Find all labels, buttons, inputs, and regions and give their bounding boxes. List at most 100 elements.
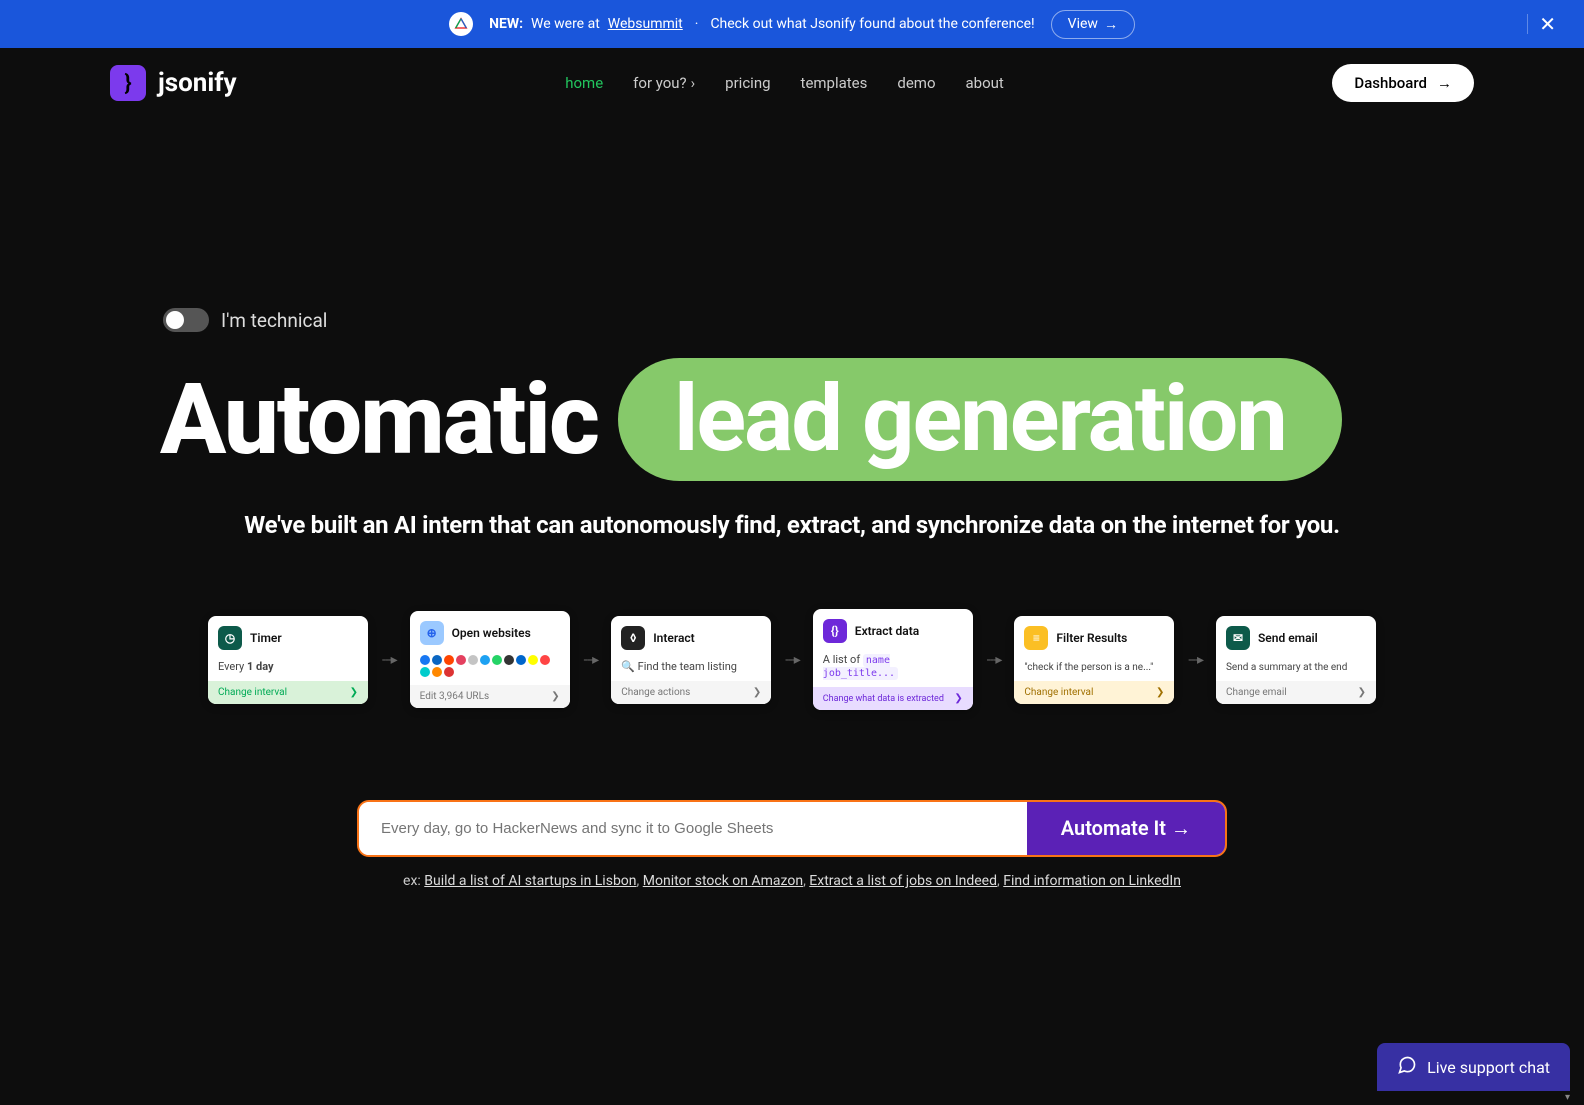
workflow-diagram: ◷ Timer Every 1 day Change interval❯ - -… [160, 609, 1424, 710]
site-logo-icon [420, 667, 430, 677]
dashboard-label: Dashboard [1354, 74, 1427, 92]
example-prompts: ex: Build a list of AI startups in Lisbo… [160, 873, 1424, 889]
examples-prefix: ex: [403, 873, 421, 889]
workflow-arrow-icon: - - -▸ [382, 652, 396, 668]
card-footer[interactable]: Change interval ❯ [208, 681, 368, 704]
view-label: View [1068, 16, 1098, 32]
headline: Automatic lead generation [160, 358, 1424, 481]
headline-static: Automatic [160, 362, 598, 477]
example-link-3[interactable]: Find information on LinkedIn [1003, 873, 1181, 889]
card-footer-label: Change interval [218, 687, 287, 698]
banner-new-label: NEW: [489, 16, 523, 32]
arrow-right-icon: → [1104, 16, 1118, 33]
card-title: Interact [653, 631, 695, 645]
banner-text-2: Check out what Jsonify found about the c… [710, 16, 1034, 32]
prompt-input[interactable] [359, 802, 1027, 855]
mail-icon: ✉ [1226, 626, 1250, 650]
workflow-card-filter[interactable]: ≡ Filter Results "check if the person is… [1014, 616, 1174, 704]
card-footer-label: Change actions [621, 687, 690, 698]
live-chat-button[interactable]: Live support chat [1377, 1043, 1570, 1091]
chevron-right-icon: ❯ [753, 687, 761, 698]
nav-for-you[interactable]: for you? › [633, 74, 695, 92]
example-link-1[interactable]: Monitor stock on Amazon [643, 873, 803, 889]
workflow-card-extract[interactable]: {} Extract data A list of name job_title… [813, 609, 973, 710]
card-footer[interactable]: Change what data is extracted❯ [813, 687, 973, 710]
globe-icon: ⊕ [420, 621, 444, 645]
top-nav: } jsonify home for you? › pricing templa… [0, 48, 1584, 118]
site-logo-icon [468, 655, 478, 665]
workflow-arrow-icon: - - -▸ [987, 652, 1001, 668]
technical-toggle-label: I'm technical [221, 309, 327, 332]
chevron-right-icon: ❯ [350, 687, 358, 698]
example-link-0[interactable]: Build a list of AI startups in Lisbon [424, 873, 636, 889]
website-logos-row [420, 655, 560, 677]
site-logo-icon [480, 655, 490, 665]
workflow-card-timer[interactable]: ◷ Timer Every 1 day Change interval❯ [208, 616, 368, 704]
site-logo-icon [444, 667, 454, 677]
brand-logo[interactable]: } jsonify [110, 65, 237, 101]
card-body-text: 🔍 Find the team listing [621, 660, 737, 673]
nav-about[interactable]: about [966, 74, 1004, 92]
websummit-logo-icon [449, 12, 473, 36]
card-footer-label: Change interval [1024, 687, 1093, 698]
card-footer[interactable]: Change email❯ [1216, 681, 1376, 704]
timer-icon: ◷ [218, 626, 242, 650]
card-footer[interactable]: Change actions ❯ [611, 681, 771, 704]
site-logo-icon [432, 655, 442, 665]
nav-demo[interactable]: demo [897, 74, 935, 92]
site-logo-icon [432, 667, 442, 677]
hero-section: I'm technical Automatic lead generation … [0, 118, 1584, 929]
nav-templates[interactable]: templates [801, 74, 868, 92]
workflow-card-interact[interactable]: ◊ Interact 🔍 Find the team listing Chang… [611, 616, 771, 704]
banner-close-button[interactable]: ✕ [1531, 8, 1564, 40]
site-logo-icon [420, 655, 430, 665]
site-logo-icon [504, 655, 514, 665]
technical-toggle[interactable] [163, 308, 209, 332]
site-logo-icon [540, 655, 550, 665]
nav-links: home for you? › pricing templates demo a… [565, 74, 1004, 92]
card-footer[interactable]: Change interval❯ [1014, 681, 1174, 704]
automate-label: Automate It → [1061, 816, 1191, 841]
banner-separator: · [695, 16, 699, 32]
cursor-icon: ◊ [621, 626, 645, 650]
nav-home[interactable]: home [565, 74, 603, 92]
site-logo-icon [516, 655, 526, 665]
card-body-text: Send a summary at the end [1226, 662, 1347, 673]
nav-pricing[interactable]: pricing [725, 74, 770, 92]
card-footer[interactable]: Edit 3,964 URLs❯ [410, 685, 570, 708]
chat-label: Live support chat [1427, 1058, 1550, 1077]
banner-view-button[interactable]: View → [1051, 10, 1135, 39]
workflow-card-email[interactable]: ✉ Send email Send a summary at the end C… [1216, 616, 1376, 704]
site-logo-icon [456, 655, 466, 665]
dashboard-button[interactable]: Dashboard → [1332, 64, 1474, 102]
chat-caret-icon: ▾ [1565, 1092, 1570, 1103]
workflow-arrow-icon: - - -▸ [785, 652, 799, 668]
brand-name: jsonify [158, 68, 237, 98]
arrow-right-icon: → [1437, 74, 1452, 92]
chevron-right-icon: › [691, 74, 696, 92]
nav-for-you-label: for you? [633, 74, 686, 92]
card-body-bold: 1 day [247, 660, 274, 673]
example-link-2[interactable]: Extract a list of jobs on Indeed [809, 873, 997, 889]
prompt-bar: Automate It → [357, 800, 1227, 857]
banner-text-1: We were at [531, 16, 600, 32]
card-title: Timer [250, 631, 282, 645]
subheadline: We've built an AI intern that can autono… [160, 511, 1424, 539]
site-logo-icon [528, 655, 538, 665]
card-title: Send email [1258, 631, 1318, 645]
banner-content: NEW: We were at Websummit · Check out wh… [449, 10, 1135, 39]
automate-button[interactable]: Automate It → [1027, 802, 1225, 855]
banner-divider [1527, 14, 1528, 34]
site-logo-icon [492, 655, 502, 665]
announcement-banner: NEW: We were at Websummit · Check out wh… [0, 0, 1584, 48]
logo-icon: } [110, 65, 146, 101]
banner-websummit-link[interactable]: Websummit [608, 16, 683, 32]
chevron-right-icon: ❯ [1358, 687, 1366, 698]
card-body-text: "check if the person is a ne..." [1024, 662, 1153, 673]
card-title: Open websites [452, 626, 531, 640]
workflow-card-open-websites[interactable]: ⊕ Open websites Edit 3,964 URLs❯ [410, 611, 570, 708]
chevron-right-icon: ❯ [954, 693, 962, 704]
chevron-right-icon: ❯ [551, 691, 559, 702]
headline-dynamic-pill: lead generation [618, 358, 1342, 481]
card-title: Extract data [855, 624, 919, 638]
